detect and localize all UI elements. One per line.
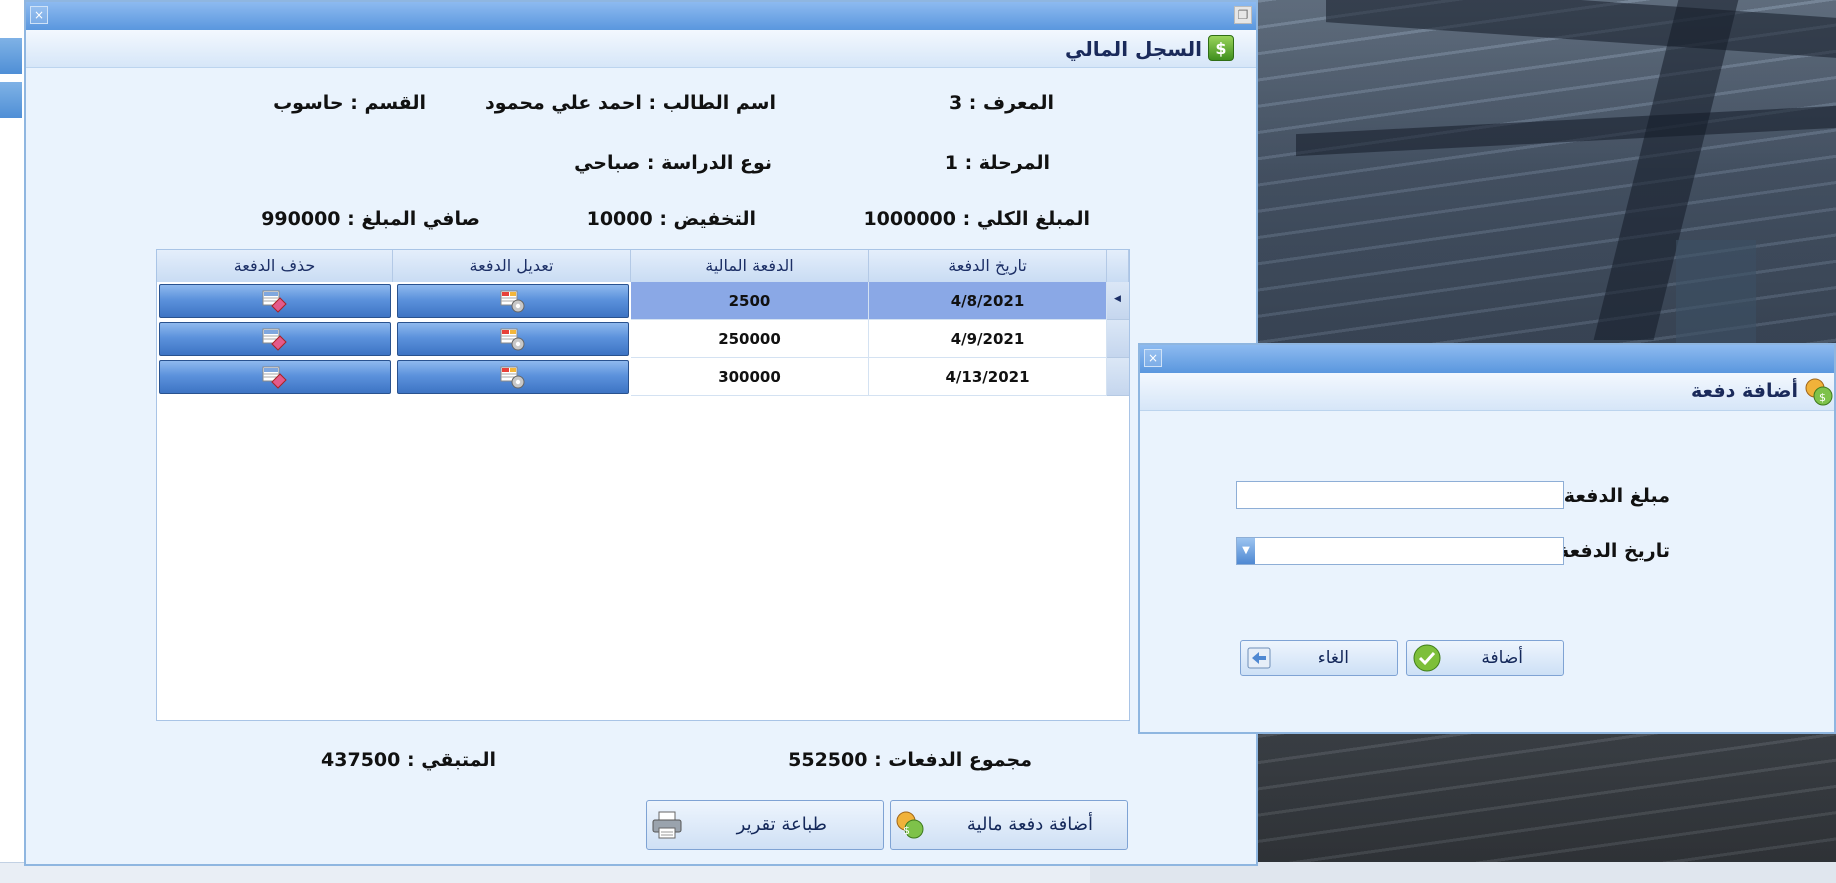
background-tab bbox=[0, 38, 22, 74]
chevron-down-icon[interactable]: ▼ bbox=[1237, 538, 1255, 564]
date-picker[interactable]: ▼ bbox=[1236, 537, 1564, 565]
department: القسم : حاسوب bbox=[273, 92, 426, 114]
background-tab bbox=[0, 82, 22, 118]
main-header: $ السجل المالي bbox=[26, 30, 1256, 68]
coins-icon: $ bbox=[896, 811, 924, 839]
money-icon: $ bbox=[1208, 35, 1234, 61]
coins-icon: $ bbox=[1805, 378, 1833, 406]
row-header-corner bbox=[1107, 250, 1129, 282]
cell-date[interactable]: 4/9/2021 bbox=[869, 320, 1107, 358]
row-selector[interactable] bbox=[1107, 358, 1129, 396]
column-header-edit[interactable]: تعديل الدفعة bbox=[393, 250, 631, 282]
payments-grid: تاريخ الدفعة الدفعة المالية تعديل الدفعة… bbox=[156, 249, 1130, 721]
confirm-add-button[interactable]: أضافة bbox=[1406, 640, 1564, 676]
dialog-header: $ أضافة دفعة bbox=[1140, 373, 1834, 411]
edit-payment-button[interactable] bbox=[397, 284, 629, 318]
column-header-delete[interactable]: حذف الدفعة bbox=[157, 250, 393, 282]
grid-eraser-icon bbox=[262, 290, 287, 313]
cell-amount[interactable]: 2500 bbox=[631, 282, 869, 320]
svg-text:$: $ bbox=[903, 824, 910, 837]
checkmark-icon bbox=[1413, 644, 1441, 672]
delete-payment-button[interactable] bbox=[159, 360, 391, 394]
print-report-button[interactable]: طباعة تقرير bbox=[646, 800, 884, 850]
confirm-add-label: أضافة bbox=[1481, 648, 1523, 668]
printer-icon bbox=[652, 811, 682, 839]
cell-date[interactable]: 4/8/2021 bbox=[869, 282, 1107, 320]
cell-amount[interactable]: 300000 bbox=[631, 358, 869, 396]
back-arrow-icon bbox=[1247, 647, 1271, 669]
study-type: نوع الدراسة : صباحي bbox=[574, 152, 772, 174]
svg-text:$: $ bbox=[1819, 391, 1826, 404]
student-id: المعرف : 3 bbox=[948, 92, 1054, 114]
cell-date[interactable]: 4/13/2021 bbox=[869, 358, 1107, 396]
stage: المرحلة : 1 bbox=[944, 152, 1050, 174]
edit-payment-button[interactable] bbox=[397, 322, 629, 356]
column-header-amount[interactable]: الدفعة المالية bbox=[631, 250, 869, 282]
student-name: اسم الطالب : احمد علي محمود bbox=[484, 92, 776, 114]
cancel-button[interactable]: الغاء bbox=[1240, 640, 1398, 676]
remaining-amount: المتبقي : 437500 bbox=[321, 749, 496, 771]
grid-settings-icon bbox=[500, 290, 525, 313]
edit-payment-button[interactable] bbox=[397, 360, 629, 394]
add-payment-button[interactable]: $ أضافة دفعة مالية bbox=[890, 800, 1128, 850]
close-icon[interactable]: × bbox=[1144, 349, 1162, 367]
restore-icon[interactable]: ❐ bbox=[1234, 6, 1252, 24]
close-icon[interactable]: × bbox=[30, 6, 48, 24]
financial-record-window: × ❐ $ السجل المالي المعرف : 3 اسم الطالب… bbox=[24, 0, 1258, 866]
main-titlebar: × ❐ bbox=[26, 2, 1256, 30]
grid-eraser-icon bbox=[262, 328, 287, 351]
cancel-label: الغاء bbox=[1317, 648, 1349, 668]
column-header-date[interactable]: تاريخ الدفعة bbox=[869, 250, 1107, 282]
amount-field[interactable] bbox=[1236, 481, 1564, 509]
add-payment-dialog: × $ أضافة دفعة مبلغ الدفعة : تاريخ الدفع… bbox=[1138, 343, 1836, 734]
print-report-label: طباعة تقرير bbox=[736, 814, 827, 835]
discount: التخفيض : 10000 bbox=[586, 208, 756, 230]
delete-payment-button[interactable] bbox=[159, 284, 391, 318]
amount-label: مبلغ الدفعة : bbox=[1549, 485, 1670, 507]
grid-settings-icon bbox=[500, 328, 525, 351]
dialog-titlebar: × bbox=[1140, 345, 1834, 373]
row-selector[interactable] bbox=[1107, 320, 1129, 358]
grid-settings-icon bbox=[500, 366, 525, 389]
dialog-title: أضافة دفعة bbox=[1690, 380, 1798, 402]
add-payment-label: أضافة دفعة مالية bbox=[966, 814, 1093, 835]
total-amount: المبلغ الكلي : 1000000 bbox=[863, 208, 1090, 230]
row-selector[interactable]: ◀ bbox=[1107, 282, 1129, 320]
page-title: السجل المالي bbox=[1065, 37, 1202, 61]
grid-eraser-icon bbox=[262, 366, 287, 389]
payments-sum: مجموع الدفعات : 552500 bbox=[788, 749, 1032, 771]
delete-payment-button[interactable] bbox=[159, 322, 391, 356]
net-amount: صافي المبلغ : 990000 bbox=[261, 208, 480, 230]
cell-amount[interactable]: 250000 bbox=[631, 320, 869, 358]
